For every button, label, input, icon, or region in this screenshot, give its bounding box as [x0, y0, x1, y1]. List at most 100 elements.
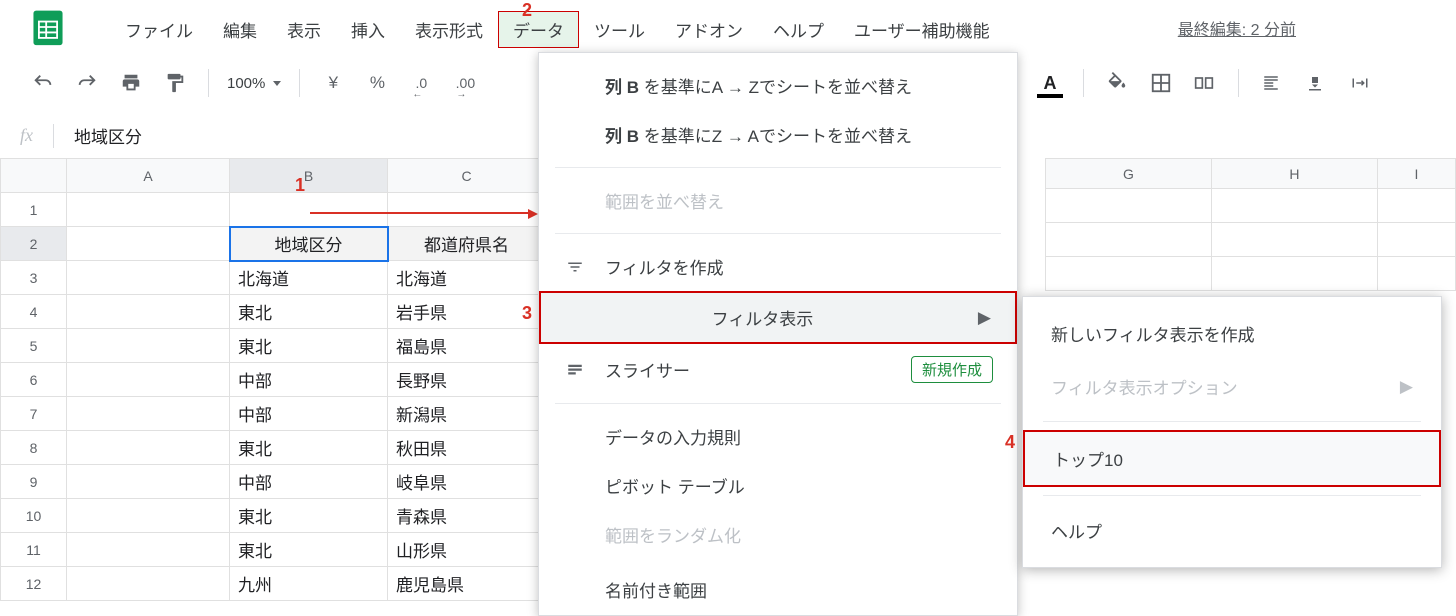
cell[interactable]: 北海道: [388, 261, 546, 295]
cell[interactable]: 東北: [230, 431, 388, 465]
cell[interactable]: [67, 329, 230, 363]
menu-item-create-filter[interactable]: フィルタを作成: [539, 242, 1017, 291]
cell-active[interactable]: 地域区分: [230, 227, 388, 261]
menu-item-pivot-table[interactable]: ピボット テーブル: [539, 461, 1017, 510]
row-header[interactable]: 3: [1, 261, 67, 295]
cell[interactable]: [67, 431, 230, 465]
row-header[interactable]: 11: [1, 533, 67, 567]
sheets-logo[interactable]: [28, 7, 68, 47]
menu-accessibility[interactable]: ユーザー補助機能: [839, 11, 1005, 48]
cell[interactable]: [1377, 223, 1455, 257]
row-header[interactable]: 2: [1, 227, 67, 261]
print-button[interactable]: [116, 68, 146, 98]
cell[interactable]: [67, 193, 230, 227]
cell[interactable]: [67, 397, 230, 431]
row-header[interactable]: 12: [1, 567, 67, 601]
horizontal-align-button[interactable]: [1257, 68, 1287, 98]
submenu-item-help[interactable]: ヘルプ: [1023, 504, 1441, 557]
cell[interactable]: [1377, 257, 1455, 291]
zoom-dropdown[interactable]: 100%: [227, 75, 281, 92]
column-header-h[interactable]: H: [1211, 159, 1377, 189]
submenu-item-top10[interactable]: トップ10: [1023, 430, 1441, 487]
cell[interactable]: 福島県: [388, 329, 546, 363]
cell[interactable]: [67, 295, 230, 329]
cell[interactable]: [230, 193, 388, 227]
increase-decimal-button[interactable]: .00→: [450, 68, 480, 98]
cell[interactable]: [1211, 223, 1377, 257]
row-header[interactable]: 1: [1, 193, 67, 227]
menu-item-sort-az[interactable]: 列 B を基準にA → Zでシートを並べ替え: [539, 61, 1017, 110]
row-header[interactable]: 5: [1, 329, 67, 363]
menu-addons[interactable]: アドオン: [660, 11, 758, 48]
menu-item-named-ranges[interactable]: 名前付き範囲: [539, 559, 1017, 607]
menu-item-sort-za[interactable]: 列 B を基準にZ → Aでシートを並べ替え: [539, 110, 1017, 159]
column-header-b[interactable]: B: [230, 159, 388, 193]
cell[interactable]: [67, 261, 230, 295]
text-wrap-button[interactable]: [1345, 68, 1375, 98]
menu-format[interactable]: 表示形式: [400, 11, 498, 48]
cell[interactable]: [1046, 223, 1212, 257]
select-all-cell[interactable]: [1, 159, 67, 193]
cell[interactable]: 中部: [230, 465, 388, 499]
row-header[interactable]: 7: [1, 397, 67, 431]
cell[interactable]: 東北: [230, 533, 388, 567]
menu-item-filter-views[interactable]: フィルタ表示 ▶: [539, 291, 1017, 344]
menu-help[interactable]: ヘルプ: [758, 11, 839, 48]
currency-button[interactable]: ¥: [318, 68, 348, 98]
fill-color-button[interactable]: [1102, 68, 1132, 98]
menu-item-slicer[interactable]: スライサー 新規作成: [539, 344, 1017, 395]
text-color-button[interactable]: A: [1035, 68, 1065, 98]
cell[interactable]: [67, 499, 230, 533]
row-header[interactable]: 6: [1, 363, 67, 397]
cell[interactable]: [67, 533, 230, 567]
cell[interactable]: 秋田県: [388, 431, 546, 465]
row-header[interactable]: 8: [1, 431, 67, 465]
menu-tools[interactable]: ツール: [579, 11, 660, 48]
paint-format-button[interactable]: [160, 68, 190, 98]
menu-view[interactable]: 表示: [272, 11, 336, 48]
cell[interactable]: 北海道: [230, 261, 388, 295]
row-header[interactable]: 10: [1, 499, 67, 533]
cell[interactable]: [67, 465, 230, 499]
column-header-i[interactable]: I: [1377, 159, 1455, 189]
redo-button[interactable]: [72, 68, 102, 98]
row-header[interactable]: 4: [1, 295, 67, 329]
menu-edit[interactable]: 編集: [208, 11, 272, 48]
row-header[interactable]: 9: [1, 465, 67, 499]
formula-input[interactable]: 地域区分: [74, 123, 142, 148]
cell[interactable]: 岐阜県: [388, 465, 546, 499]
cell[interactable]: 中部: [230, 397, 388, 431]
cell[interactable]: 青森県: [388, 499, 546, 533]
cell[interactable]: [1046, 189, 1212, 223]
percent-button[interactable]: %: [362, 68, 392, 98]
cell[interactable]: 九州: [230, 567, 388, 601]
vertical-align-button[interactable]: [1301, 68, 1331, 98]
cell[interactable]: 鹿児島県: [388, 567, 546, 601]
cell[interactable]: [1211, 189, 1377, 223]
cell[interactable]: [1377, 189, 1455, 223]
cell[interactable]: 長野県: [388, 363, 546, 397]
cell[interactable]: [1211, 257, 1377, 291]
column-header-a[interactable]: A: [67, 159, 230, 193]
cell[interactable]: [67, 363, 230, 397]
cell[interactable]: 都道府県名: [388, 227, 546, 261]
merge-cells-button[interactable]: [1190, 68, 1220, 98]
menu-file[interactable]: ファイル: [110, 11, 208, 48]
cell[interactable]: [388, 193, 546, 227]
column-header-g[interactable]: G: [1046, 159, 1212, 189]
submenu-item-create-filter-view[interactable]: 新しいフィルタ表示を作成: [1023, 307, 1441, 360]
cell[interactable]: 東北: [230, 499, 388, 533]
cell[interactable]: 東北: [230, 329, 388, 363]
menu-item-data-validation[interactable]: データの入力規則: [539, 412, 1017, 461]
borders-button[interactable]: [1146, 68, 1176, 98]
menu-insert[interactable]: 挿入: [336, 11, 400, 48]
decrease-decimal-button[interactable]: .0←: [406, 68, 436, 98]
cell[interactable]: 新潟県: [388, 397, 546, 431]
menu-data[interactable]: データ: [498, 11, 579, 48]
cell[interactable]: 中部: [230, 363, 388, 397]
last-edit-link[interactable]: 最終編集: 2 分前: [1178, 16, 1296, 40]
cell[interactable]: 山形県: [388, 533, 546, 567]
cell[interactable]: 東北: [230, 295, 388, 329]
cell[interactable]: [1046, 257, 1212, 291]
column-header-c[interactable]: C: [388, 159, 546, 193]
